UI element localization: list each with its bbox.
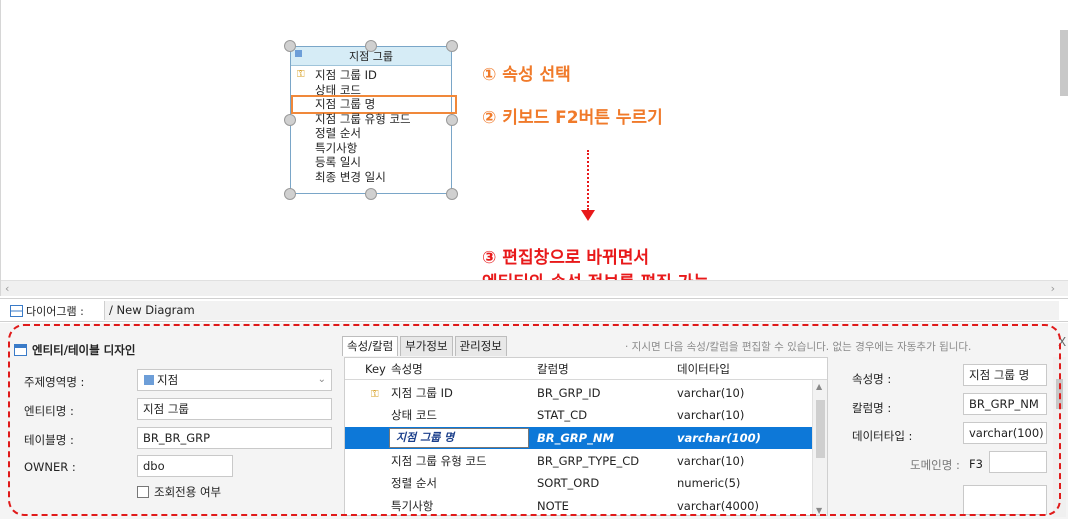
resize-handle[interactable] (284, 40, 296, 52)
entity-attribute[interactable]: 최종 변경 일시 (303, 170, 451, 185)
table-row-editing[interactable]: 지점 그룹 명 BR_GRP_NM varchar(100) (345, 427, 813, 449)
tab-management-info[interactable]: 관리정보 (454, 336, 507, 356)
tab-attributes-columns[interactable]: 속성/칼럼 (342, 336, 399, 356)
resize-handle[interactable] (446, 114, 458, 126)
readonly-checkbox[interactable]: 조회전용 여부 (137, 484, 221, 500)
grid-header: Key 속성명 칼럼명 데이터타입 (345, 358, 827, 380)
owner-input[interactable]: dbo (137, 455, 233, 477)
attribute-tabs: 속성/칼럼 부가정보 관리정보 (342, 336, 507, 356)
entity-attribute[interactable]: 정렬 순서 (303, 126, 451, 141)
scroll-down-icon[interactable]: ▼ (816, 506, 822, 515)
prop-domain-label: 도메인명 : (910, 458, 960, 472)
prop-attribute-input[interactable]: 지점 그룹 명 (963, 364, 1047, 386)
resize-handle[interactable] (446, 40, 458, 52)
attribute-edit-input[interactable]: 지점 그룹 명 (389, 428, 529, 448)
panel-scrollbar[interactable] (1053, 357, 1066, 517)
prop-datatype-input[interactable]: varchar(100) (963, 422, 1047, 444)
entity-box[interactable]: 지점 그룹 ⚿ 지점 그룹 ID 상태 코드 지점 그룹 명 지점 그룹 유형 … (290, 46, 457, 194)
entity-marker-icon (295, 50, 302, 57)
subject-area-label: 주제영역명 : (24, 375, 85, 389)
annotation-step2: ② 키보드 F2버튼 누르기 (482, 108, 663, 128)
scroll-up-icon[interactable]: ▲ (816, 382, 822, 391)
canvas-vertical-scroll-thumb[interactable] (1060, 30, 1068, 96)
diagram-icon (10, 305, 23, 317)
prop-datatype-label: 데이터타입 : (852, 429, 913, 443)
grid-scroll-thumb[interactable] (816, 400, 825, 458)
prop-domain-input[interactable] (989, 451, 1047, 473)
entity-attribute-selected[interactable]: 지점 그룹 명 (291, 95, 457, 114)
prop-column-input[interactable]: BR_GRP_NM (963, 393, 1047, 415)
subject-area-select[interactable]: 지점 ⌄ (137, 369, 332, 391)
annotation-arrow-icon (581, 210, 595, 221)
canvas-horizontal-scrollbar[interactable]: ‹ › (1, 280, 1068, 296)
prop-column-label: 칼럼명 : (852, 401, 892, 415)
resize-handle[interactable] (284, 114, 296, 126)
panel-title: 엔티티/테이블 디자인 (14, 342, 135, 358)
close-icon[interactable]: X (1058, 335, 1066, 349)
panel-scroll-thumb[interactable] (1056, 379, 1063, 409)
annotation-step3-line1: ③ 편집창으로 바뀌면서 (482, 248, 649, 268)
scroll-right-icon[interactable]: › (1051, 282, 1055, 295)
table-icon (14, 344, 27, 356)
prop-domain-key: F3 (969, 457, 983, 471)
diagram-canvas[interactable]: 지점 그룹 ⚿ 지점 그룹 ID 상태 코드 지점 그룹 명 지점 그룹 유형 … (0, 0, 1068, 296)
tab-diagram[interactable]: 다이어그램 : (10, 303, 84, 319)
diagram-path[interactable]: / New Diagram (104, 301, 1059, 320)
table-row[interactable]: 정렬 순서 SORT_ORD numeric(5) (345, 472, 813, 494)
entity-attribute[interactable]: 상태 코드 (303, 83, 451, 98)
checkbox-icon[interactable] (137, 486, 149, 498)
entity-name-input[interactable]: 지점 그룹 (137, 398, 332, 420)
tab-extra-info[interactable]: 부가정보 (400, 336, 453, 356)
chevron-down-icon: ⌄ (317, 374, 326, 385)
table-row[interactable]: ⚿ 지점 그룹 ID BR_GRP_ID varchar(10) (345, 382, 813, 404)
scroll-left-icon[interactable]: ‹ (5, 282, 9, 295)
entity-name-label: 엔티티명 : (24, 404, 74, 418)
owner-label: OWNER : (24, 460, 76, 474)
primary-key-icon: ⚿ (371, 389, 379, 400)
table-row[interactable]: 상태 코드 STAT_CD varchar(10) (345, 404, 813, 426)
table-row[interactable]: 지점 그룹 유형 코드 BR_GRP_TYPE_CD varchar(10) (345, 450, 813, 472)
primary-key-icon: ⚿ (297, 69, 305, 80)
grid-scrollbar[interactable]: ▲ ▼ (812, 380, 827, 515)
column-header-datatype[interactable]: 데이터타입 (677, 358, 730, 380)
resize-handle[interactable] (284, 188, 296, 200)
diagram-tab-strip: 다이어그램 : / New Diagram (0, 298, 1068, 322)
resize-handle[interactable] (365, 188, 377, 200)
entity-attribute[interactable]: 지점 그룹 유형 코드 (303, 112, 451, 127)
entity-attribute-list: ⚿ 지점 그룹 ID 상태 코드 지점 그룹 명 지점 그룹 유형 코드 정렬 … (291, 66, 457, 185)
entity-attribute[interactable]: 특기사항 (303, 141, 451, 156)
resize-handle[interactable] (446, 188, 458, 200)
entity-attribute[interactable]: ⚿ 지점 그룹 ID (297, 68, 451, 83)
annotation-dotted-line (587, 150, 589, 210)
attribute-grid[interactable]: Key 속성명 칼럼명 데이터타입 ⚿ 지점 그룹 ID BR_GRP_ID v… (344, 357, 828, 516)
entity-design-panel: 엔티티/테이블 디자인 주제영역명 : 지점 ⌄ 엔티티명 : 지점 그룹 테이… (0, 323, 1068, 519)
table-name-label: 테이블명 : (24, 433, 74, 447)
table-name-input[interactable]: BR_BR_GRP (137, 427, 332, 449)
resize-handle[interactable] (365, 40, 377, 52)
prop-note-textarea[interactable] (963, 485, 1047, 515)
column-header-attribute[interactable]: 속성명 (391, 358, 423, 380)
annotation-step1: ① 속성 선택 (482, 65, 571, 85)
prop-attribute-label: 속성명 : (852, 372, 892, 386)
edit-hint: · 지시면 다음 속성/칼럼을 편집할 수 있습니다. 없는 경우에는 자동추가… (625, 341, 972, 353)
entity-attribute[interactable]: 등록 일시 (303, 155, 451, 170)
column-header-column[interactable]: 칼럼명 (537, 358, 569, 380)
subject-area-color-icon (144, 375, 154, 385)
table-row[interactable]: 특기사항 NOTE varchar(4000) (345, 495, 813, 515)
column-header-key[interactable]: Key (365, 358, 386, 380)
